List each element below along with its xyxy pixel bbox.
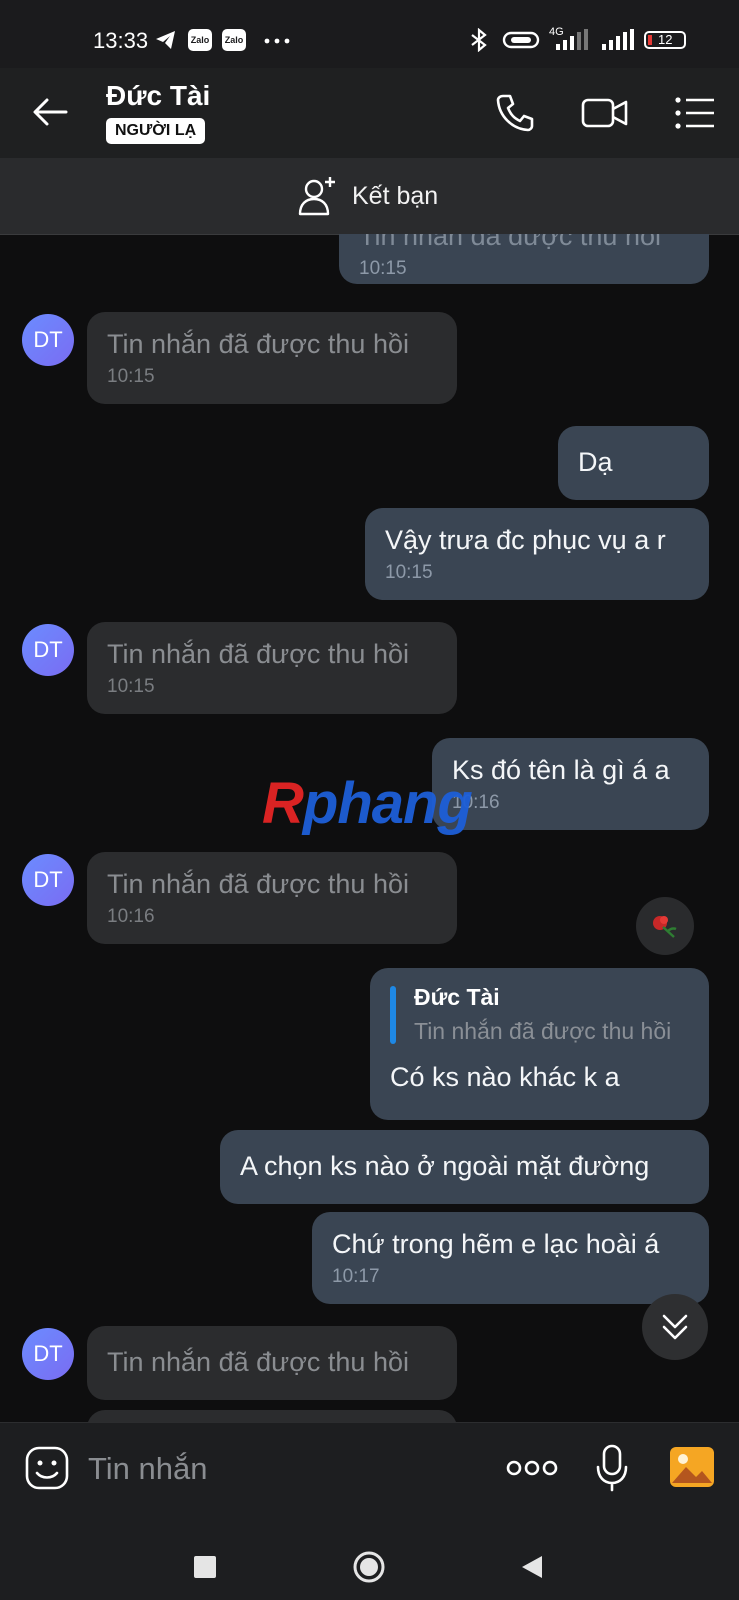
rose-reaction-icon: [653, 916, 677, 938]
message-input-bar: Tin nhắn: [0, 1422, 739, 1533]
back-arrow-icon[interactable]: [30, 92, 70, 132]
system-nav-bar: [0, 1532, 739, 1600]
message-text: A chọn ks nào ở ngoài mặt đường: [240, 1151, 650, 1181]
message-reaction[interactable]: [636, 897, 694, 955]
message-text: Dạ: [578, 447, 613, 477]
chevron-double-down-icon: [662, 1314, 688, 1340]
message-time: 10:17: [332, 1266, 380, 1287]
battery-icon: 12: [644, 31, 686, 49]
more-dots-icon: [264, 38, 290, 44]
gallery-icon[interactable]: [668, 1445, 716, 1489]
message-bubble-sent[interactable]: Ks đó tên là gì á a 10:16: [432, 738, 709, 830]
message-text: Ks đó tên là gì á a: [452, 755, 670, 785]
scroll-to-bottom-button[interactable]: [642, 1294, 708, 1360]
message-time: 10:15: [107, 366, 155, 387]
watermark-part1: R: [262, 771, 304, 836]
watermark-logo: Rphang: [262, 770, 473, 837]
stranger-badge: NGƯỜI LẠ: [106, 118, 206, 144]
message-bubble-received[interactable]: Tin nhắn đã được thu hồi 10:15: [87, 622, 457, 714]
sticker-icon[interactable]: [24, 1445, 70, 1491]
message-time: 10:16: [107, 906, 155, 927]
message-text: Tin nhắn đã được thu hồi: [359, 234, 661, 251]
message-bubble-sent[interactable]: A chọn ks nào ở ngoài mặt đường: [220, 1130, 709, 1204]
avatar[interactable]: DT: [22, 854, 74, 906]
wifi-signal-icon: [602, 29, 634, 50]
avatar[interactable]: DT: [22, 1328, 74, 1380]
message-time: 10:15: [359, 258, 407, 279]
message-text: Tin nhắn đã được thu hồi: [107, 639, 409, 669]
message-time: 10:16: [452, 792, 500, 813]
watermark-part2: phang: [302, 771, 473, 836]
menu-icon[interactable]: [672, 90, 718, 136]
link-icon: [502, 31, 540, 49]
chat-header: Đức Tài NGƯỜI LẠ: [0, 68, 739, 158]
message-text: Vậy trưa đc phục vụ a r: [385, 525, 666, 555]
message-bubble-sent[interactable]: Tin nhắn đã được thu hồi 10:15: [339, 234, 709, 284]
quote-bar: [390, 986, 396, 1044]
message-time: 10:15: [385, 562, 433, 583]
more-options-icon[interactable]: [506, 1457, 558, 1479]
microphone-icon[interactable]: [594, 1443, 630, 1493]
add-friend-icon: [298, 177, 335, 216]
signal-icon: [556, 29, 588, 50]
add-friend-button[interactable]: Kết bạn: [296, 174, 438, 218]
message-text: Có ks nào khác k a: [390, 1062, 620, 1092]
zalo-icon: Zalo: [222, 29, 246, 51]
message-bubble-received[interactable]: Tin nhắn đã được thu hồi 10:16: [87, 852, 457, 944]
bluetooth-icon: [471, 28, 487, 52]
contact-name[interactable]: Đức Tài: [106, 80, 210, 112]
message-time: 10:15: [107, 676, 155, 697]
quoted-sender: Đức Tài: [414, 984, 500, 1010]
telegram-icon: [156, 31, 175, 49]
zalo-icon: Zalo: [188, 29, 212, 51]
battery-level: 12: [658, 32, 673, 47]
video-call-icon[interactable]: [580, 90, 630, 136]
message-bubble-reply[interactable]: Đức Tài Tin nhắn đã được thu hồi Có ks n…: [370, 968, 709, 1120]
message-input[interactable]: Tin nhắn: [88, 1451, 208, 1487]
home-icon[interactable]: [352, 1550, 386, 1584]
recent-apps-icon[interactable]: [194, 1556, 216, 1578]
message-text: Tin nhắn đã được thu hồi: [107, 1347, 409, 1377]
message-text: Chứ trong hẽm e lạc hoài á: [332, 1229, 660, 1259]
clock: 13:33: [93, 28, 149, 53]
back-icon[interactable]: [520, 1554, 544, 1580]
message-bubble-sent[interactable]: Dạ: [558, 426, 709, 500]
message-bubble-received[interactable]: Tin nhắn đã được thu hồi 10:15: [87, 312, 457, 404]
phone-icon[interactable]: [492, 90, 538, 136]
message-bubble-sent[interactable]: Vậy trưa đc phục vụ a r 10:15: [365, 508, 709, 600]
add-friend-label: Kết bạn: [352, 181, 439, 210]
message-text: Tin nhắn đã được thu hồi: [107, 869, 409, 899]
status-bar: 13:33 Zalo Zalo 4G 12: [0, 0, 739, 68]
add-friend-bar[interactable]: Kết bạn: [0, 158, 739, 235]
message-bubble-sent[interactable]: Chứ trong hẽm e lạc hoài á 10:17: [312, 1212, 709, 1304]
avatar[interactable]: DT: [22, 624, 74, 676]
quoted-text: Tin nhắn đã được thu hồi: [414, 1018, 672, 1044]
message-text: Tin nhắn đã được thu hồi: [107, 329, 409, 359]
message-bubble-received[interactable]: [87, 1410, 457, 1422]
message-bubble-received[interactable]: Tin nhắn đã được thu hồi: [87, 1326, 457, 1400]
avatar[interactable]: DT: [22, 314, 74, 366]
